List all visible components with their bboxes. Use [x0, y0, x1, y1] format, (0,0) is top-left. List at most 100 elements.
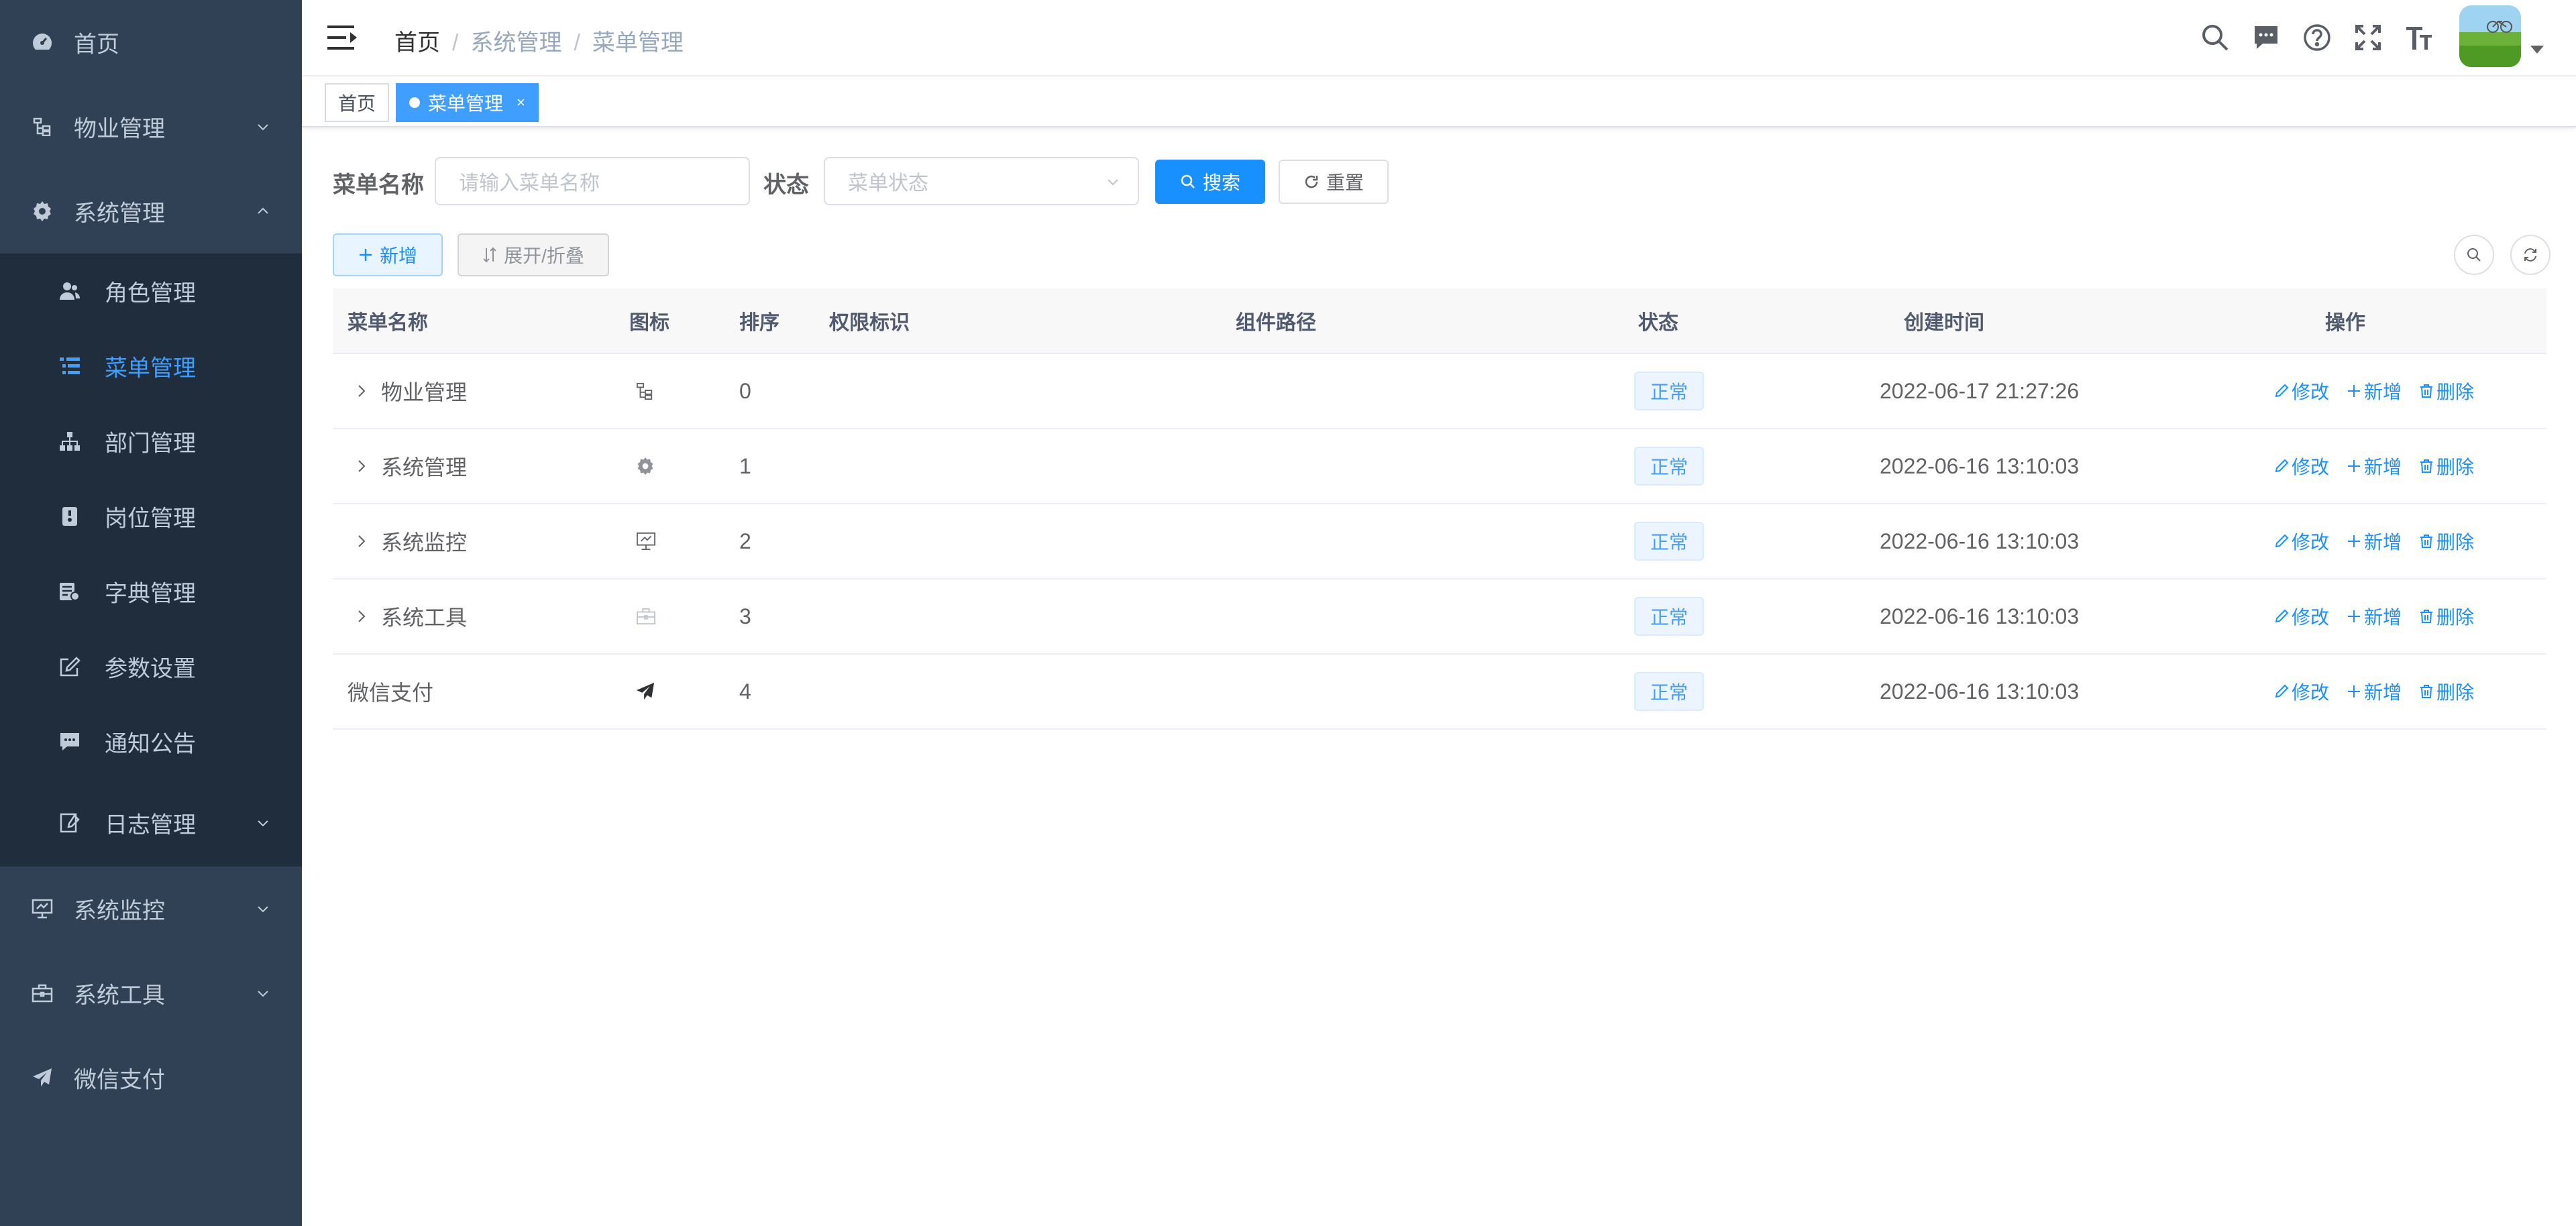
search-button[interactable]: 搜索 [1155, 160, 1265, 204]
tree-icon [636, 354, 653, 428]
plus-icon [358, 247, 373, 262]
avatar[interactable] [2459, 5, 2521, 67]
tag-menu-management[interactable]: 菜单管理 × [396, 83, 539, 122]
close-icon[interactable]: × [517, 94, 525, 111]
paper-plane-icon [31, 1066, 54, 1089]
menu-name: 微信支付 [347, 681, 434, 705]
dashboard-icon [31, 31, 54, 54]
table-row: 系统管理 1 正常 2022-06-16 13:10:03 修改 新增 删除 [333, 429, 2546, 504]
sidebar-item-property[interactable]: 物业管理 [0, 85, 302, 169]
column-header-status: 状态 [1638, 312, 1678, 334]
sidebar-item-dict[interactable]: 字典管理 [0, 554, 302, 629]
add-child-button[interactable]: 新增 [2347, 603, 2402, 630]
menu-name: 物业管理 [381, 380, 468, 404]
trash-icon [2420, 685, 2433, 698]
menu-name: 系统管理 [381, 455, 468, 480]
edit-button[interactable]: 修改 [2274, 678, 2329, 705]
created-cell: 2022-06-16 13:10:03 [1880, 528, 2080, 553]
menu-name-input[interactable]: 请输入菜单名称 [435, 157, 750, 205]
chevron-right-icon[interactable] [353, 382, 370, 400]
sidebar-item-config[interactable]: 参数设置 [0, 629, 302, 704]
edit-button[interactable]: 修改 [2274, 453, 2329, 480]
edit-icon [2275, 684, 2289, 698]
search-icon[interactable] [2200, 23, 2230, 52]
add-label: 新增 [2364, 607, 2402, 628]
expand-collapse-button[interactable]: 展开/折叠 [458, 233, 609, 276]
breadcrumb: 首页 / 系统管理 / 菜单管理 [394, 24, 684, 57]
column-header-icon: 图标 [629, 312, 669, 334]
trash-icon [2420, 610, 2433, 623]
delete-button[interactable]: 删除 [2419, 453, 2474, 480]
gear-icon [636, 429, 655, 503]
status-select[interactable]: 菜单状态 [824, 157, 1139, 205]
delete-button[interactable]: 删除 [2419, 378, 2474, 404]
delete-label: 删除 [2436, 457, 2475, 478]
column-header-component: 组件路径 [1236, 312, 1316, 334]
name-cell: 微信支付 [347, 655, 433, 728]
sidebar-item-posts[interactable]: 岗位管理 [0, 479, 302, 554]
delete-button[interactable]: 删除 [2419, 678, 2474, 705]
sort-icon [482, 247, 497, 263]
order-cell: 4 [739, 679, 751, 704]
edit-button[interactable]: 修改 [2274, 603, 2329, 630]
status-cell: 正常 [1634, 579, 1705, 653]
sidebar-item-depts[interactable]: 部门管理 [0, 404, 302, 479]
add-child-button[interactable]: 新增 [2347, 378, 2402, 404]
add-child-button[interactable]: 新增 [2347, 453, 2402, 480]
add-child-button[interactable]: 新增 [2347, 528, 2402, 555]
chevron-right-icon[interactable] [353, 533, 370, 550]
menu-name-placeholder: 请输入菜单名称 [459, 172, 600, 194]
status-badge: 正常 [1634, 597, 1705, 636]
trash-icon [2420, 459, 2433, 473]
delete-button[interactable]: 删除 [2419, 528, 2474, 555]
toggle-search-button[interactable] [2454, 235, 2494, 275]
chevron-right-icon[interactable] [353, 608, 370, 625]
sidebar-item-label: 系统管理 [74, 201, 165, 227]
org-tree-icon [59, 431, 80, 452]
sidebar-item-tools[interactable]: 系统工具 [0, 951, 302, 1036]
breadcrumb-home[interactable]: 首页 [394, 30, 440, 56]
sidebar-item-home[interactable]: 首页 [0, 0, 302, 85]
sidebar-item-label: 岗位管理 [105, 506, 196, 532]
breadcrumb-separator: / [574, 30, 580, 56]
delete-button[interactable]: 删除 [2419, 603, 2474, 630]
sidebar-item-notice[interactable]: 通知公告 [0, 704, 302, 779]
add-child-button[interactable]: 新增 [2347, 678, 2402, 705]
message-icon[interactable] [2251, 23, 2281, 52]
status-badge: 正常 [1634, 522, 1705, 561]
edit-button[interactable]: 修改 [2274, 378, 2329, 404]
plus-icon [2348, 610, 2361, 622]
tree-icon [31, 115, 54, 138]
add-label: 新增 [2364, 382, 2402, 402]
monitor-icon [636, 504, 656, 578]
status-badge: 正常 [1634, 372, 1705, 410]
sidebar-item-label: 角色管理 [105, 280, 196, 306]
add-label: 新增 [2364, 682, 2402, 703]
chevron-right-icon[interactable] [353, 457, 370, 475]
search-button-label: 搜索 [1202, 172, 1240, 193]
sidebar: 首页 物业管理 系统管理 角色管理 菜单管理 部门管理 岗位管理 字典管理 参数… [0, 0, 302, 1226]
sidebar-item-label: 系统监控 [74, 898, 165, 924]
reset-button[interactable]: 重置 [1279, 160, 1389, 204]
sidebar-item-menus[interactable]: 菜单管理 [0, 329, 302, 404]
sidebar-item-wechat-pay[interactable]: 微信支付 [0, 1036, 302, 1120]
fullscreen-icon[interactable] [2353, 23, 2383, 52]
sidebar-item-monitor[interactable]: 系统监控 [0, 867, 302, 951]
edit-button[interactable]: 修改 [2274, 528, 2329, 555]
sidebar-item-roles[interactable]: 角色管理 [0, 254, 302, 329]
sidebar-item-system[interactable]: 系统管理 [0, 169, 302, 254]
table-row: 微信支付 4 正常 2022-06-16 13:10:03 修改 新增 删除 [333, 655, 2546, 730]
add-button[interactable]: 新增 [333, 233, 443, 276]
edit-icon [2275, 609, 2289, 623]
sidebar-item-logs[interactable]: 日志管理 [0, 779, 302, 867]
edit-icon [59, 656, 80, 677]
help-icon[interactable] [2302, 23, 2332, 52]
refresh-button[interactable] [2510, 235, 2551, 275]
edit-label: 修改 [2292, 382, 2330, 402]
hamburger-icon[interactable] [327, 24, 357, 51]
tag-home[interactable]: 首页 [325, 83, 390, 122]
font-size-icon[interactable] [2404, 23, 2434, 52]
sidebar-item-label: 部门管理 [105, 431, 196, 457]
edit-label: 修改 [2292, 532, 2330, 553]
caret-down-icon[interactable] [2530, 46, 2544, 54]
